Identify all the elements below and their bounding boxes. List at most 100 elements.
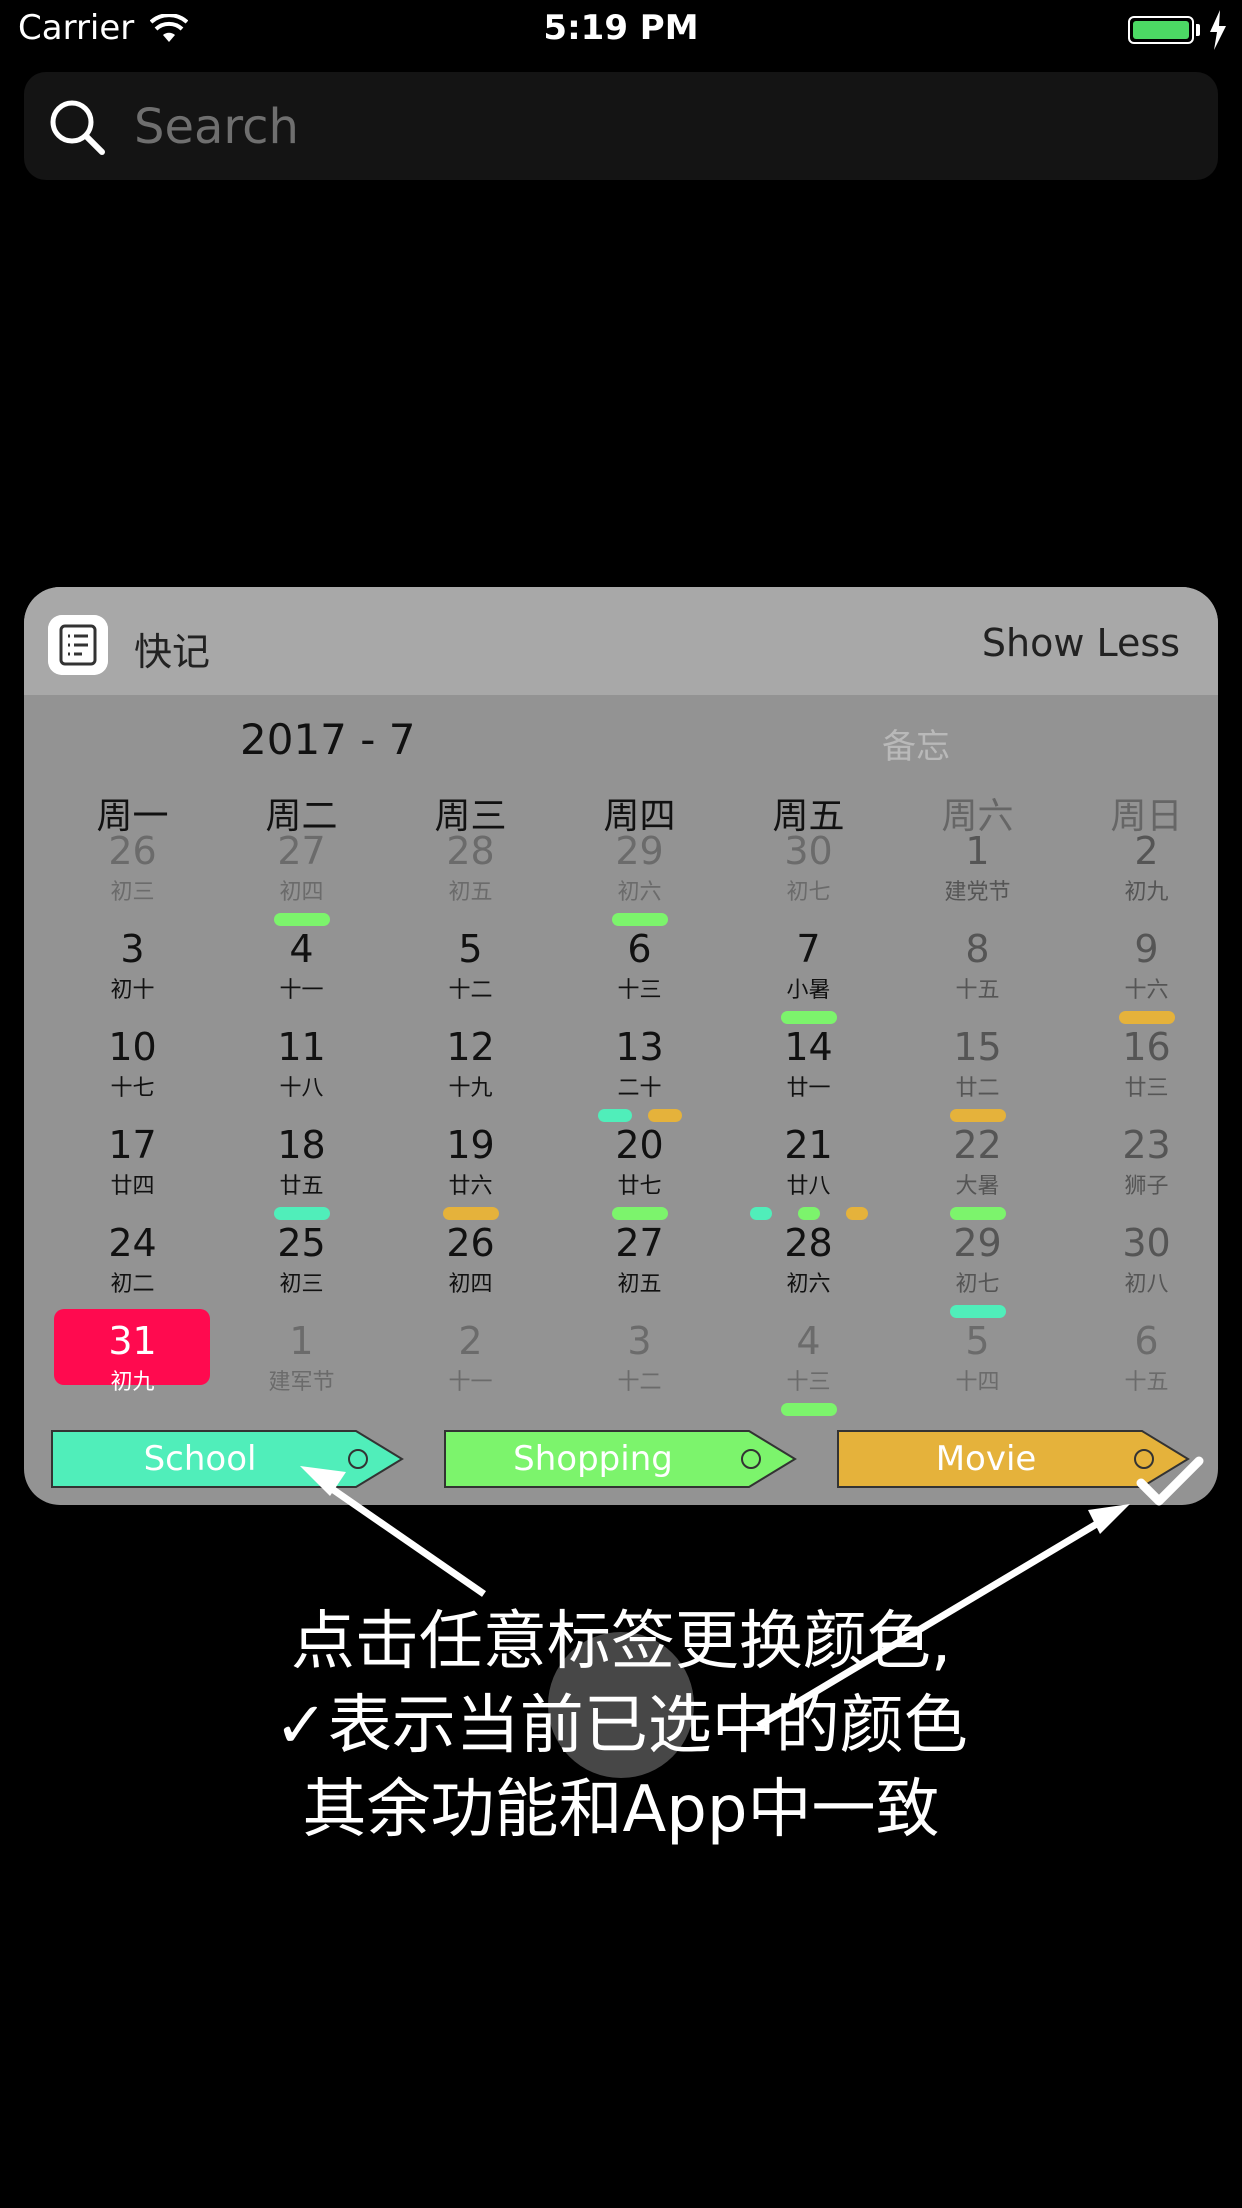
day-number: 27 bbox=[615, 1221, 664, 1265]
widget-header: 快记 Show Less bbox=[24, 587, 1218, 695]
calendar-day[interactable]: 3 初十 bbox=[48, 929, 217, 1027]
lunar-date: 初五 bbox=[617, 1272, 662, 1297]
lunar-date: 廿四 bbox=[110, 1174, 155, 1199]
calendar-day[interactable]: 8 十五 bbox=[893, 929, 1062, 1027]
calendar-day[interactable]: 17 廿四 bbox=[48, 1125, 217, 1223]
app-name: 快记 bbox=[134, 630, 211, 674]
calendar-day[interactable]: 6 十五 bbox=[1062, 1321, 1218, 1419]
lunar-date: 廿二 bbox=[955, 1076, 1000, 1101]
day-number: 24 bbox=[108, 1221, 157, 1265]
tag-shopping-button[interactable]: Shopping bbox=[443, 1429, 799, 1489]
calendar-widget: 快记 Show Less 2017 - 7 备忘 周一 周二 周三 周四 周五 周六 周日 … bbox=[24, 587, 1218, 1505]
calendar-day-today[interactable]: 31 初九 bbox=[48, 1309, 217, 1419]
show-less-button[interactable]: Show Less bbox=[982, 621, 1180, 665]
calendar-day[interactable]: 6 十三 bbox=[555, 929, 724, 1027]
day-number: 20 bbox=[615, 1123, 664, 1167]
calendar-day[interactable]: 11 十八 bbox=[217, 1027, 386, 1125]
instruction-caption: 点击任意标签更换颜色, ✓表示当前已选中的颜色 其余功能和App中一致 bbox=[0, 1600, 1242, 1852]
calendar-day[interactable]: 25 初三 bbox=[217, 1223, 386, 1321]
calendar-day[interactable]: 5 十四 bbox=[893, 1321, 1062, 1419]
day-number: 11 bbox=[277, 1025, 326, 1069]
calendar-day[interactable]: 16 廿三 bbox=[1062, 1027, 1218, 1125]
event-mark-movie bbox=[1118, 1011, 1175, 1024]
day-number: 2 bbox=[458, 1319, 483, 1363]
day-number: 2 bbox=[1134, 829, 1159, 873]
lunar-date: 初四 bbox=[279, 880, 324, 905]
lunar-date: 十七 bbox=[110, 1076, 155, 1101]
calendar-day[interactable]: 28 初六 bbox=[724, 1223, 893, 1321]
caption-line-1: 点击任意标签更换颜色, bbox=[290, 1605, 952, 1679]
day-number: 25 bbox=[277, 1221, 326, 1265]
day-number: 5 bbox=[965, 1319, 990, 1363]
tag-label: Shopping bbox=[513, 1439, 673, 1479]
day-number: 23 bbox=[1122, 1123, 1171, 1167]
calendar-day[interactable]: 26 初四 bbox=[386, 1223, 555, 1321]
lunar-date: 十八 bbox=[279, 1076, 324, 1101]
day-number: 7 bbox=[796, 927, 821, 971]
calendar-day[interactable]: 10 十七 bbox=[48, 1027, 217, 1125]
note-list-icon[interactable] bbox=[48, 615, 108, 675]
day-number: 17 bbox=[108, 1123, 157, 1167]
lunar-date: 十一 bbox=[448, 1370, 493, 1395]
tag-school-button[interactable]: School bbox=[50, 1429, 406, 1489]
lunar-date: 大暑 bbox=[955, 1174, 1000, 1199]
calendar-day[interactable]: 1 建军节 bbox=[217, 1321, 386, 1419]
day-number: 13 bbox=[615, 1025, 664, 1069]
calendar-day[interactable]: 14 廿一 bbox=[724, 1027, 893, 1125]
calendar-day[interactable]: 24 初二 bbox=[48, 1223, 217, 1321]
lunar-date: 二十 bbox=[617, 1076, 662, 1101]
calendar-day[interactable]: 30 初八 bbox=[1062, 1223, 1218, 1321]
lunar-date: 廿五 bbox=[279, 1174, 324, 1199]
calendar-day[interactable]: 28 初五 bbox=[386, 831, 555, 929]
calendar-day[interactable]: 5 十二 bbox=[386, 929, 555, 1027]
event-mark-shopping bbox=[611, 913, 668, 926]
calendar-day[interactable]: 13 二十 bbox=[555, 1027, 724, 1125]
day-number: 4 bbox=[289, 927, 314, 971]
event-mark-movie bbox=[949, 1109, 1006, 1122]
status-time: 5:19 PM bbox=[543, 8, 699, 48]
calendar-day[interactable]: 1 建党节 bbox=[893, 831, 1062, 929]
lunar-date: 初九 bbox=[110, 1370, 155, 1395]
calendar-day[interactable]: 26 初三 bbox=[48, 831, 217, 929]
memo-button[interactable]: 备忘 bbox=[882, 719, 950, 768]
lunar-date: 十五 bbox=[1124, 1370, 1169, 1395]
calendar-day[interactable]: 2 十一 bbox=[386, 1321, 555, 1419]
lunar-date: 十三 bbox=[617, 978, 662, 1003]
selected-check-icon bbox=[1136, 1456, 1204, 1506]
day-number: 5 bbox=[458, 927, 483, 971]
event-mark-movie bbox=[845, 1207, 868, 1220]
lunar-date: 十四 bbox=[955, 1370, 1000, 1395]
event-mark-movie bbox=[647, 1109, 682, 1122]
day-number: 30 bbox=[784, 829, 833, 873]
day-number: 31 bbox=[108, 1319, 157, 1363]
calendar-day[interactable]: 12 十九 bbox=[386, 1027, 555, 1125]
tag-label: School bbox=[143, 1439, 257, 1479]
calendar-day[interactable]: 3 十二 bbox=[555, 1321, 724, 1419]
status-bar: Carrier 5:19 PM bbox=[0, 0, 1242, 62]
calendar-day[interactable]: 23 狮子 bbox=[1062, 1125, 1218, 1223]
calendar-day[interactable]: 4 十一 bbox=[217, 929, 386, 1027]
day-number: 28 bbox=[784, 1221, 833, 1265]
day-number: 29 bbox=[953, 1221, 1002, 1265]
day-number: 19 bbox=[446, 1123, 495, 1167]
lunar-date: 初三 bbox=[279, 1272, 324, 1297]
calendar-day[interactable]: 2 初九 bbox=[1062, 831, 1218, 929]
caption-line-3: 其余功能和App中一致 bbox=[302, 1773, 940, 1847]
lunar-date: 初四 bbox=[448, 1272, 493, 1297]
charging-bolt-icon bbox=[1210, 10, 1226, 50]
lunar-date: 初八 bbox=[1124, 1272, 1169, 1297]
event-mark-shopping bbox=[780, 1403, 837, 1416]
search-bar[interactable] bbox=[24, 72, 1218, 180]
battery-icon bbox=[1128, 16, 1194, 44]
search-input[interactable] bbox=[132, 96, 1196, 158]
lunar-date: 初七 bbox=[955, 1272, 1000, 1297]
calendar-day[interactable]: 27 初五 bbox=[555, 1223, 724, 1321]
day-number: 30 bbox=[1122, 1221, 1171, 1265]
lunar-date: 廿六 bbox=[448, 1174, 493, 1199]
lunar-date: 廿三 bbox=[1124, 1076, 1169, 1101]
day-number: 12 bbox=[446, 1025, 495, 1069]
lunar-date: 初三 bbox=[110, 880, 155, 905]
day-number: 14 bbox=[784, 1025, 833, 1069]
day-number: 10 bbox=[108, 1025, 157, 1069]
calendar-day[interactable]: 30 初七 bbox=[724, 831, 893, 929]
